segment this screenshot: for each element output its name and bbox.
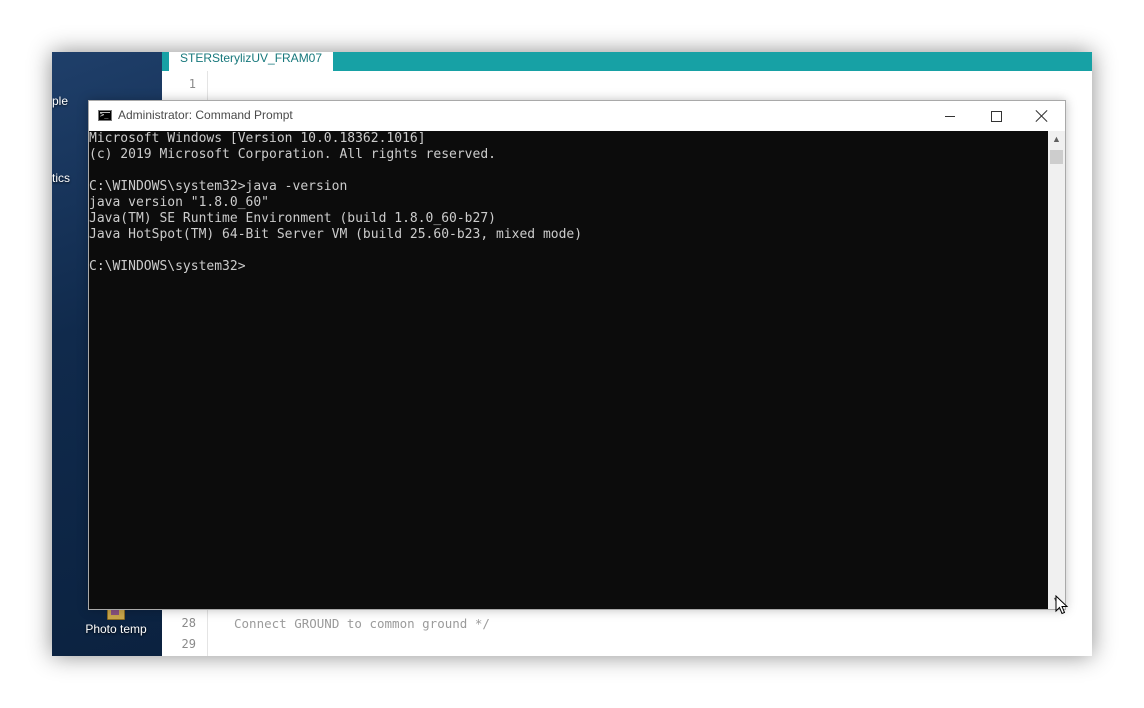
- maximize-button[interactable]: [973, 101, 1019, 131]
- console-line: C:\WINDOWS\system32>java -version: [89, 179, 348, 194]
- chevron-up-icon[interactable]: ▲: [1048, 131, 1065, 148]
- line-number: 29: [181, 637, 196, 651]
- desktop-icon-label: Photo temp: [85, 622, 147, 636]
- window-titlebar[interactable]: Administrator: Command Prompt: [89, 101, 1065, 131]
- desktop-item-label-partial-1[interactable]: ple: [52, 94, 68, 108]
- mouse-cursor-icon: [1055, 595, 1069, 615]
- minimize-icon: [945, 115, 955, 117]
- window-title: Administrator: Command Prompt: [118, 108, 293, 122]
- minimize-button[interactable]: [927, 101, 973, 131]
- maximize-icon: [990, 110, 1002, 122]
- line-number: 1: [188, 77, 196, 91]
- vertical-scrollbar[interactable]: ▲ ▼: [1048, 131, 1065, 609]
- close-button[interactable]: [1019, 101, 1065, 131]
- close-icon: [1036, 110, 1048, 122]
- command-prompt-icon[interactable]: [98, 110, 112, 121]
- console-prompt-line[interactable]: C:\WINDOWS\system32>: [89, 259, 246, 275]
- console-line: Java HotSpot(TM) 64-Bit Server VM (build…: [89, 227, 583, 242]
- console-line: (c) 2019 Microsoft Corporation. All righ…: [89, 147, 496, 162]
- command-prompt-window[interactable]: Administrator: Command Prompt Microsoft …: [88, 100, 1069, 615]
- screen-capture: ple tics Photo temp STERSterylizUV_FRAM0…: [52, 52, 1092, 656]
- desktop-item-label-partial-2[interactable]: tics: [52, 171, 70, 185]
- console-line: java version "1.8.0_60": [89, 195, 270, 210]
- console-line: Java(TM) SE Runtime Environment (build 1…: [89, 211, 496, 226]
- ide-tab-sketch[interactable]: STERSterylizUV_FRAM07: [169, 52, 334, 71]
- ide-tab-bar: STERSterylizUV_FRAM07: [162, 52, 1092, 71]
- code-line[interactable]: Connect GROUND to common ground */: [234, 616, 490, 631]
- scrollbar-thumb[interactable]: [1050, 150, 1063, 164]
- console-output[interactable]: Microsoft Windows [Version 10.0.18362.10…: [89, 131, 1049, 609]
- line-number: 28: [181, 616, 196, 630]
- console-line: Microsoft Windows [Version 10.0.18362.10…: [89, 131, 426, 146]
